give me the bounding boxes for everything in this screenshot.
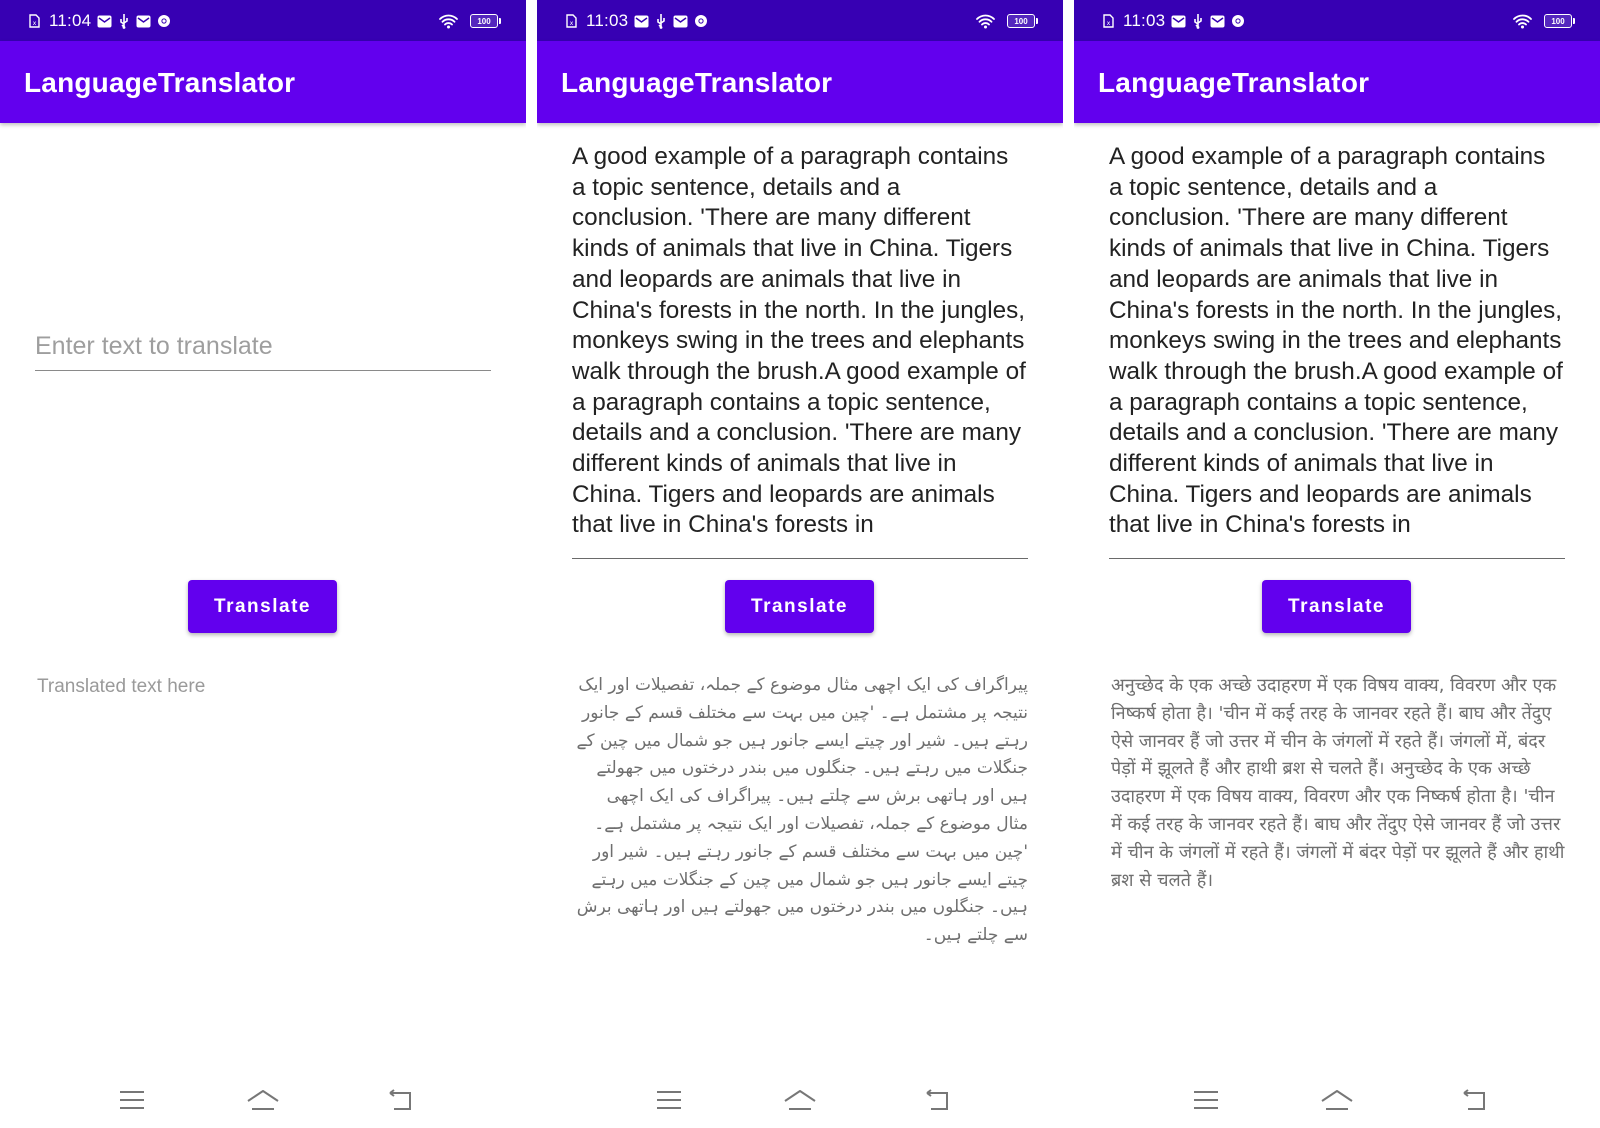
- chrome-icon: [157, 14, 171, 28]
- app-title: LanguageTranslator: [561, 67, 833, 98]
- sim-card-icon: x: [1102, 14, 1114, 28]
- battery-icon: 100: [470, 14, 501, 28]
- nav-home-button[interactable]: [1317, 1080, 1357, 1120]
- nav-home-button[interactable]: [780, 1080, 820, 1120]
- input-text: A good example of a paragraph contains a…: [1109, 143, 1563, 539]
- sim-card-icon: x: [28, 14, 40, 28]
- battery-icon: 100: [1007, 14, 1038, 28]
- back-icon: [389, 1089, 411, 1110]
- chrome-icon: [1231, 14, 1245, 28]
- navigation-bar: [537, 1080, 1063, 1120]
- app-title: LanguageTranslator: [24, 67, 296, 98]
- navigation-bar: [1074, 1080, 1600, 1120]
- text-input-field[interactable]: Enter text to translate: [35, 330, 491, 371]
- svg-text:x: x: [1107, 20, 1111, 27]
- input-placeholder: Enter text to translate: [35, 332, 273, 360]
- nav-menu-button[interactable]: [112, 1080, 152, 1120]
- back-icon: [1463, 1089, 1485, 1110]
- sim-card-icon: x: [565, 14, 577, 28]
- translated-text-output: अनुच्छेद के एक अच्छे उदाहरण में एक विषय …: [1111, 675, 1565, 891]
- input-text: A good example of a paragraph contains a…: [572, 143, 1026, 539]
- gmail-icon: [136, 15, 151, 28]
- translate-button[interactable]: Translate: [725, 580, 874, 633]
- home-icon: [247, 1090, 279, 1110]
- menu-icon: [1194, 1091, 1218, 1109]
- svg-text:x: x: [570, 20, 574, 27]
- wifi-icon: [976, 14, 995, 29]
- nav-menu-button[interactable]: [649, 1080, 689, 1120]
- mail-icon: [97, 15, 112, 28]
- translate-button[interactable]: Translate: [188, 580, 337, 633]
- app-bar: LanguageTranslator: [1074, 41, 1600, 123]
- app-bar: LanguageTranslator: [537, 41, 1063, 123]
- nav-back-button[interactable]: [918, 1080, 958, 1120]
- battery-icon: 100: [1544, 14, 1575, 28]
- nav-menu-button[interactable]: [1186, 1080, 1226, 1120]
- status-time: 11:04: [49, 11, 92, 30]
- nav-home-button[interactable]: [243, 1080, 283, 1120]
- text-input-field[interactable]: A good example of a paragraph contains a…: [572, 140, 1028, 559]
- mail-icon: [634, 15, 649, 28]
- text-input-field[interactable]: A good example of a paragraph contains a…: [1109, 140, 1565, 559]
- home-icon: [784, 1090, 816, 1110]
- app-title: LanguageTranslator: [1098, 67, 1370, 98]
- phone-screen-urdu: x 11:03 100 LanguageTranslator A good ex…: [537, 0, 1063, 1128]
- wifi-icon: [1513, 14, 1532, 29]
- menu-icon: [120, 1091, 144, 1109]
- usb-icon: [118, 13, 130, 29]
- menu-icon: [657, 1091, 681, 1109]
- wifi-icon: [439, 14, 458, 29]
- svg-text:x: x: [33, 20, 37, 27]
- navigation-bar: [0, 1080, 526, 1120]
- chrome-icon: [694, 14, 708, 28]
- status-time: 11:03: [586, 11, 629, 30]
- status-bar: x 11:03 100: [537, 0, 1063, 41]
- translated-text-output: پیراگراف کی ایک اچھی مثال موضوع کے جملہ،…: [576, 675, 1028, 946]
- translated-text-output: Translated text here: [37, 676, 206, 697]
- status-bar: x 11:04 100: [0, 0, 526, 41]
- phone-screen-hindi: x 11:03 100 LanguageTranslator A good ex…: [1074, 0, 1600, 1128]
- usb-icon: [655, 13, 667, 29]
- phone-screen-empty: x 11:04 100 LanguageTranslator Enter tex…: [0, 0, 526, 1128]
- gmail-icon: [673, 15, 688, 28]
- translate-button[interactable]: Translate: [1262, 580, 1411, 633]
- nav-back-button[interactable]: [381, 1080, 421, 1120]
- mail-icon: [1171, 15, 1186, 28]
- status-time: 11:03: [1123, 11, 1166, 30]
- back-icon: [926, 1089, 948, 1110]
- nav-back-button[interactable]: [1455, 1080, 1495, 1120]
- home-icon: [1321, 1090, 1353, 1110]
- usb-icon: [1192, 13, 1204, 29]
- gmail-icon: [1210, 15, 1225, 28]
- status-bar: x 11:03 100: [1074, 0, 1600, 41]
- app-bar: LanguageTranslator: [0, 41, 526, 123]
